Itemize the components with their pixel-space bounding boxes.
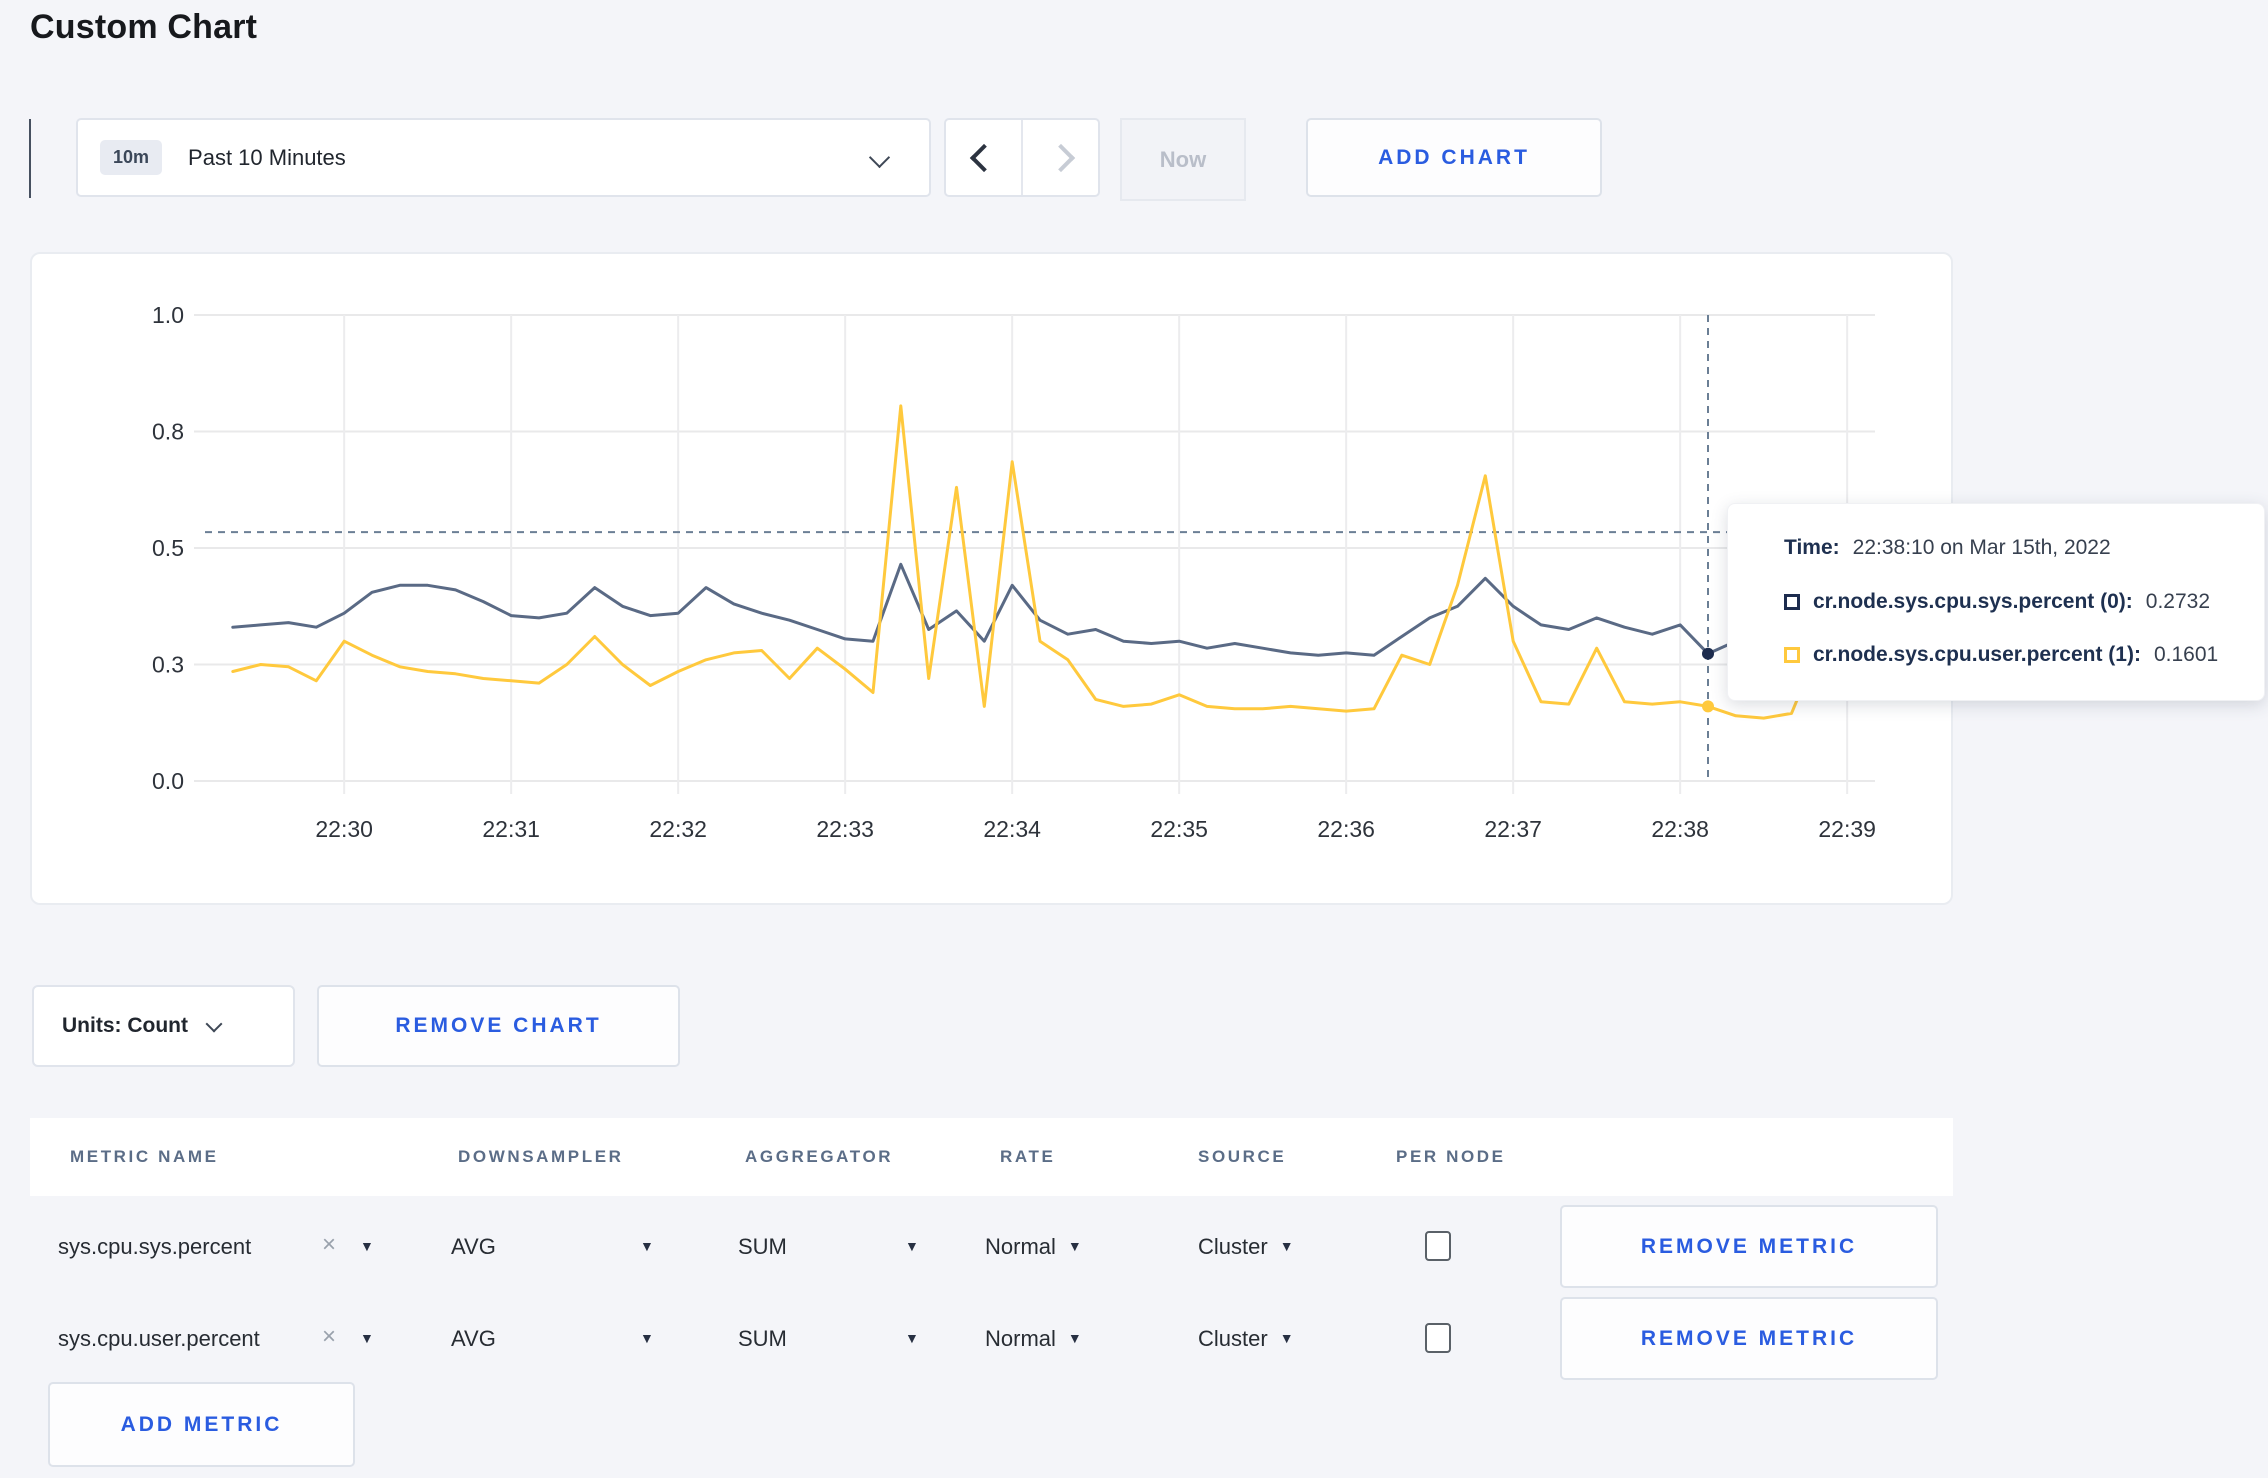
chevron-left-icon xyxy=(969,143,998,172)
metric-caret-icon[interactable]: ▼ xyxy=(360,1205,374,1288)
rate-value: Normal xyxy=(985,1233,1056,1259)
sys-series-legend-swatch-icon xyxy=(1784,594,1800,610)
x-axis-tick-label: 22:31 xyxy=(482,816,540,842)
tooltip-series-value: 0.2732 xyxy=(2145,590,2211,613)
header-aggregator: AGGREGATOR xyxy=(745,1147,894,1166)
tooltip-series-row: cr.node.sys.cpu.sys.percent (0): 0.2732 xyxy=(1784,590,2210,614)
source-caret-icon: ▼ xyxy=(1279,1238,1294,1254)
metric-row: sys.cpu.user.percent × ▼ AVG ▼ SUM ▼ Nor… xyxy=(30,1297,1953,1380)
remove-metric-button[interactable]: REMOVE METRIC xyxy=(1560,1297,1938,1380)
tooltip-series-name: cr.node.sys.cpu.user.percent (1): xyxy=(1813,643,2141,666)
header-rate: RATE xyxy=(1000,1147,1056,1166)
chart-tooltip: Time: 22:38:10 on Mar 15th, 2022 cr.node… xyxy=(1727,503,2265,701)
time-range-label: Past 10 Minutes xyxy=(188,144,346,170)
source-caret-icon: ▼ xyxy=(1279,1330,1294,1346)
series-line-0 xyxy=(231,562,1877,657)
chevron-right-icon xyxy=(1046,143,1075,172)
time-range-badge: 10m xyxy=(100,140,163,175)
clear-metric-icon[interactable]: × xyxy=(322,1205,336,1285)
source-value: Cluster xyxy=(1198,1233,1268,1259)
y-axis-tick-label: 0.0 xyxy=(152,768,184,794)
user-series-legend-swatch-icon xyxy=(1784,647,1800,663)
downsampler-select[interactable]: AVG xyxy=(451,1205,496,1288)
chart-panel: 0.0 0.3 0.5 0.8 1.0 22:30 22:31 22:32 22:33 22:34… xyxy=(30,252,1953,905)
time-nav-arrows xyxy=(944,118,1100,197)
y-axis-tick-label: 0.3 xyxy=(152,652,184,678)
x-axis-tick-label: 22:39 xyxy=(1818,816,1876,842)
header-per-node: PER NODE xyxy=(1396,1147,1506,1166)
tooltip-series-name: cr.node.sys.cpu.sys.percent (0): xyxy=(1813,590,2133,613)
x-axis-tick-label: 22:30 xyxy=(315,816,373,842)
page-title: Custom Chart xyxy=(30,8,258,46)
rate-select[interactable]: Normal ▼ xyxy=(985,1297,1082,1380)
units-label: Units: Count xyxy=(62,1014,188,1037)
aggregator-select[interactable]: SUM xyxy=(738,1205,787,1288)
hover-point-marker xyxy=(1702,700,1714,713)
custom-chart-page: Custom Chart 10m Past 10 Minutes Now ADD… xyxy=(0,0,2268,1478)
x-axis-tick-label: 22:35 xyxy=(1150,816,1208,842)
source-select[interactable]: Cluster ▼ xyxy=(1198,1297,1294,1380)
y-axis-tick-label: 1.0 xyxy=(152,302,184,328)
tooltip-time-row: Time: 22:38:10 on Mar 15th, 2022 xyxy=(1784,536,2111,560)
time-forward-button[interactable] xyxy=(1023,120,1098,195)
x-axis-tick-label: 22:38 xyxy=(1651,816,1709,842)
chevron-down-icon xyxy=(205,1015,223,1033)
source-select[interactable]: Cluster ▼ xyxy=(1198,1205,1294,1288)
left-divider xyxy=(29,119,31,198)
tooltip-time-value: 22:38:10 on Mar 15th, 2022 xyxy=(1852,536,2111,559)
tooltip-time-label: Time: xyxy=(1784,536,1840,559)
x-axis-tick-label: 22:34 xyxy=(983,816,1041,842)
aggregator-select[interactable]: SUM xyxy=(738,1297,787,1380)
aggregator-caret-icon[interactable]: ▼ xyxy=(905,1297,919,1380)
time-back-button[interactable] xyxy=(946,120,1023,195)
remove-chart-button[interactable]: REMOVE CHART xyxy=(317,985,680,1067)
header-downsampler: DOWNSAMPLER xyxy=(458,1147,624,1166)
header-metric-name: METRIC NAME xyxy=(70,1147,219,1166)
x-axis-tick-label: 22:37 xyxy=(1484,816,1542,842)
hover-point-marker xyxy=(1702,647,1714,660)
y-axis-tick-label: 0.5 xyxy=(152,535,184,561)
series-line-1 xyxy=(231,404,1877,720)
units-dropdown[interactable]: Units: Count xyxy=(32,985,295,1067)
rate-select[interactable]: Normal ▼ xyxy=(985,1205,1082,1288)
downsampler-caret-icon[interactable]: ▼ xyxy=(640,1205,654,1288)
metric-row: sys.cpu.sys.percent × ▼ AVG ▼ SUM ▼ Norm… xyxy=(30,1205,1953,1288)
x-axis-tick-label: 22:33 xyxy=(816,816,874,842)
timeseries-chart[interactable]: 0.0 0.3 0.5 0.8 1.0 22:30 22:31 22:32 22:33 22:34… xyxy=(32,254,1951,903)
metrics-table-header: METRIC NAME DOWNSAMPLER AGGREGATOR RATE … xyxy=(30,1118,1953,1196)
metric-name-value[interactable]: sys.cpu.user.percent xyxy=(58,1297,260,1380)
now-button[interactable]: Now xyxy=(1120,118,1246,201)
tooltip-series-row: cr.node.sys.cpu.user.percent (1): 0.1601 xyxy=(1784,643,2218,667)
aggregator-caret-icon[interactable]: ▼ xyxy=(905,1205,919,1288)
clear-metric-icon[interactable]: × xyxy=(322,1297,336,1377)
rate-caret-icon: ▼ xyxy=(1067,1330,1082,1346)
downsampler-caret-icon[interactable]: ▼ xyxy=(640,1297,654,1380)
add-metric-button[interactable]: ADD METRIC xyxy=(48,1382,355,1467)
metric-caret-icon[interactable]: ▼ xyxy=(360,1297,374,1380)
source-value: Cluster xyxy=(1198,1325,1268,1351)
per-node-checkbox[interactable] xyxy=(1425,1231,1451,1261)
add-chart-button[interactable]: ADD CHART xyxy=(1306,118,1602,197)
time-range-dropdown[interactable]: 10m Past 10 Minutes xyxy=(76,118,931,197)
tooltip-series-value: 0.1601 xyxy=(2153,643,2219,666)
header-source: SOURCE xyxy=(1198,1147,1287,1166)
y-axis-tick-label: 0.8 xyxy=(152,419,184,445)
chevron-down-icon xyxy=(868,146,891,169)
per-node-checkbox[interactable] xyxy=(1425,1323,1451,1353)
downsampler-select[interactable]: AVG xyxy=(451,1297,496,1380)
x-axis-tick-label: 22:32 xyxy=(649,816,707,842)
x-axis-tick-label: 22:36 xyxy=(1317,816,1375,842)
metric-name-value[interactable]: sys.cpu.sys.percent xyxy=(58,1205,251,1288)
rate-caret-icon: ▼ xyxy=(1067,1238,1082,1254)
remove-metric-button[interactable]: REMOVE METRIC xyxy=(1560,1205,1938,1288)
rate-value: Normal xyxy=(985,1325,1056,1351)
